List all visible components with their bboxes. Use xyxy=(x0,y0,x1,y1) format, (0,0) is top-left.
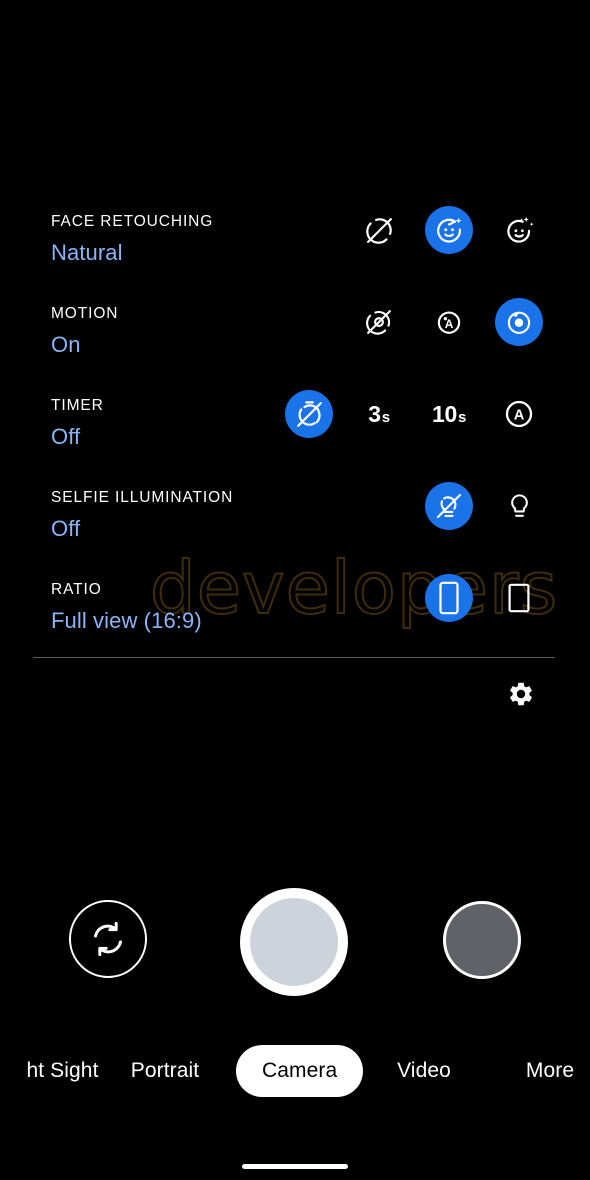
setting-row: MOTION On A xyxy=(0,292,590,384)
setting-row-value: Off xyxy=(51,515,81,541)
timer-off-icon[interactable] xyxy=(285,390,333,438)
ratio-four-three-icon[interactable] xyxy=(495,574,543,622)
setting-row-options: 3 s 10 s A xyxy=(285,390,543,438)
setting-row-value: Off xyxy=(51,423,81,449)
setting-row-options xyxy=(425,574,543,622)
switch-camera-icon[interactable] xyxy=(69,900,147,978)
option-value: 10 xyxy=(431,400,457,427)
setting-row-label: FACE RETOUCHING xyxy=(51,213,214,230)
home-indicator[interactable] xyxy=(242,1164,348,1169)
setting-row-value: Natural xyxy=(51,239,123,265)
setting-row-text: MOTION On xyxy=(51,306,118,357)
timer-10s-option[interactable]: 10 s xyxy=(425,390,473,438)
option-unit: s xyxy=(381,408,390,426)
gear-icon[interactable] xyxy=(497,670,545,718)
motion-auto-icon[interactable]: A xyxy=(425,298,473,346)
setting-row-text: TIMER Off xyxy=(51,398,104,449)
setting-row-text: RATIO Full view (16:9) xyxy=(51,582,202,633)
mode-tab-camera[interactable]: Camera xyxy=(236,1045,364,1097)
timer-auto-icon[interactable]: A xyxy=(495,390,543,438)
setting-row-label: RATIO xyxy=(51,581,102,598)
setting-row-options xyxy=(425,482,543,530)
selfie-illumination-off-icon[interactable] xyxy=(425,482,473,530)
ratio-full-view-icon[interactable] xyxy=(425,574,473,622)
setting-row-value: On xyxy=(51,331,81,357)
svg-text:A: A xyxy=(445,317,454,331)
shutter-button[interactable] xyxy=(240,888,348,996)
setting-row-value: Full view (16:9) xyxy=(51,607,202,633)
mode-tab-portrait[interactable]: Portrait xyxy=(120,1045,210,1097)
shutter-inner xyxy=(250,898,338,986)
option-value: 3 xyxy=(368,400,381,427)
mode-tab-more[interactable]: More xyxy=(513,1045,587,1097)
setting-row-label: TIMER xyxy=(51,397,104,414)
motion-off-icon[interactable] xyxy=(355,298,403,346)
option-unit: s xyxy=(457,408,467,426)
camera-app-screen: developers FACE RETOUCHING Natural MOTION O… xyxy=(0,0,590,1180)
option-text: 10 s xyxy=(431,400,467,427)
selfie-illumination-on-icon[interactable] xyxy=(495,482,543,530)
capture-controls-bar xyxy=(0,888,590,996)
setting-row: FACE RETOUCHING Natural xyxy=(0,200,590,292)
face-retouching-smooth-icon[interactable] xyxy=(495,206,543,254)
camera-mode-tabs: ht Sight Portrait Camera Video More xyxy=(0,1045,590,1097)
setting-row-label: SELFIE ILLUMINATION xyxy=(51,489,234,506)
setting-row-options: A xyxy=(355,298,543,346)
mode-tab-ht-sight[interactable]: ht Sight xyxy=(0,1045,130,1097)
motion-on-icon[interactable] xyxy=(495,298,543,346)
setting-row: SELFIE ILLUMINATION Off xyxy=(0,476,590,568)
gallery-thumbnail-button[interactable] xyxy=(443,901,521,979)
setting-row-text: FACE RETOUCHING Natural xyxy=(51,214,213,265)
face-retouching-natural-icon[interactable] xyxy=(425,206,473,254)
setting-row: TIMER Off 3 s 10 s A xyxy=(0,384,590,476)
setting-row: RATIO Full view (16:9) xyxy=(0,568,590,660)
timer-3s-option[interactable]: 3s xyxy=(355,390,403,438)
setting-row-text: SELFIE ILLUMINATION Off xyxy=(51,490,233,541)
camera-settings-panel: FACE RETOUCHING Natural MOTION On A TIMER Off 3… xyxy=(0,200,590,660)
mode-tab-video[interactable]: Video xyxy=(385,1045,463,1097)
setting-row-options xyxy=(355,206,543,254)
option-text: 3s xyxy=(368,400,390,427)
setting-row-label: MOTION xyxy=(51,305,119,322)
svg-text:A: A xyxy=(514,408,525,424)
face-retouching-off-icon[interactable] xyxy=(355,206,403,254)
settings-divider xyxy=(33,657,555,658)
